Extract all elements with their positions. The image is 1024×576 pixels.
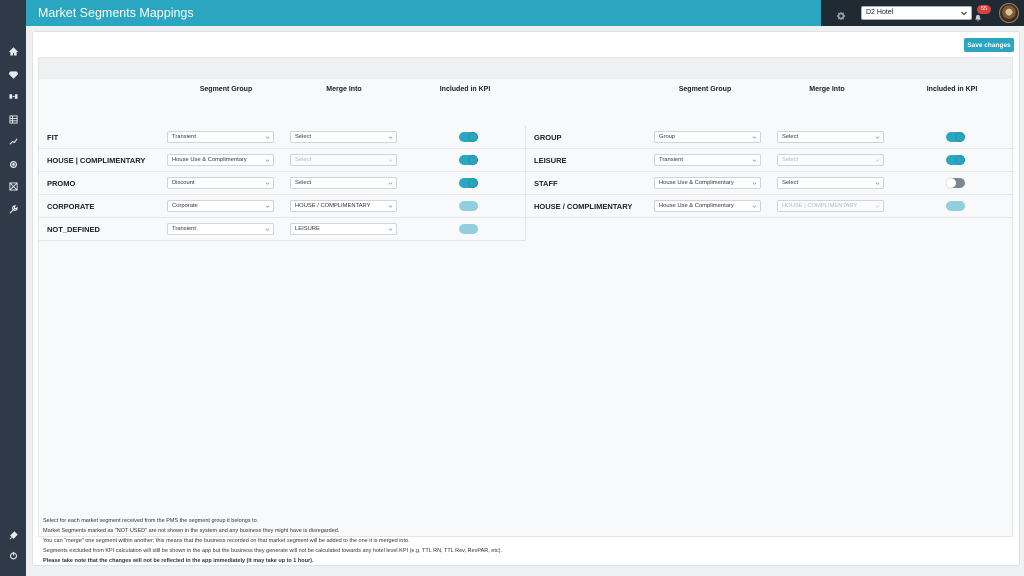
chevron-down-icon	[265, 136, 270, 139]
table-row: LEISURE Transient Select	[526, 149, 1014, 172]
chevron-down-icon	[265, 205, 270, 208]
segment-name: PROMO	[47, 179, 76, 188]
table-row: STAFF House Use & Complimentary Select	[526, 172, 1014, 195]
segment-name: HOUSE / COMPLIMENTARY	[534, 202, 633, 211]
chevron-down-icon	[875, 136, 880, 139]
segment-group-select[interactable]: Group	[654, 131, 761, 143]
help-notes: Select for each market segment received …	[43, 516, 502, 566]
chevron-down-icon	[875, 205, 880, 208]
merge-into-select[interactable]: LEISURE	[290, 223, 397, 235]
merge-into-select[interactable]: Select	[290, 131, 397, 143]
kpi-toggle[interactable]	[459, 178, 478, 188]
main-panel: Save changes Segment Group Merge Into In…	[32, 31, 1020, 566]
top-header: Market Segments Mappings	[26, 0, 821, 26]
header-utilities: D2 Hotel 55	[821, 0, 1024, 26]
note-line: Market Segments marked as "NOT USED" are…	[43, 528, 340, 534]
chevron-down-icon	[388, 136, 393, 139]
merge-into-select[interactable]: Select	[777, 177, 884, 189]
segment-name: HOUSE | COMPLIMENTARY	[47, 156, 146, 165]
chevron-down-icon	[961, 11, 967, 16]
chevron-down-icon	[752, 205, 757, 208]
table-row: GROUP Group Select	[526, 126, 1014, 149]
settings-icon[interactable]	[0, 156, 26, 172]
col-header-merge-into: Merge Into	[326, 86, 362, 93]
note-line: Segments excluded from KPI calculation w…	[43, 548, 502, 554]
tag-icon[interactable]	[0, 88, 26, 104]
table-row: FIT Transient Select	[39, 126, 526, 149]
segment-name: STAFF	[534, 179, 558, 188]
merge-into-select[interactable]: Select	[777, 131, 884, 143]
chevron-down-icon	[875, 182, 880, 185]
grid-icon[interactable]	[0, 111, 26, 127]
image-icon[interactable]	[0, 178, 26, 194]
kpi-toggle[interactable]	[459, 155, 478, 165]
col-header-segment-group: Segment Group	[678, 86, 732, 93]
segment-name: LEISURE	[534, 156, 567, 165]
power-icon[interactable]	[0, 547, 26, 563]
chevron-down-icon	[388, 159, 393, 162]
diamond-icon[interactable]	[0, 66, 26, 82]
chevron-down-icon	[388, 205, 393, 208]
table-row: NOT_DEFINED Transient LEISURE	[39, 218, 526, 241]
note-line: You can "merge" one segment within anoth…	[43, 538, 410, 544]
col-header-included-kpi: Included in KPI	[439, 86, 491, 93]
table-row: HOUSE / COMPLIMENTARY House Use & Compli…	[526, 195, 1014, 218]
segment-group-select[interactable]: Discount	[167, 177, 274, 189]
merge-into-select[interactable]: Select	[777, 154, 884, 166]
chevron-down-icon	[752, 159, 757, 162]
kpi-toggle[interactable]	[946, 201, 965, 211]
segment-name: CORPORATE	[47, 202, 95, 211]
kpi-toggle[interactable]	[459, 201, 478, 211]
chart-line-icon[interactable]	[0, 133, 26, 149]
segment-name: FIT	[47, 133, 59, 142]
kpi-toggle[interactable]	[946, 155, 965, 165]
table-row: HOUSE | COMPLIMENTARY House Use & Compli…	[39, 149, 526, 172]
kpi-toggle[interactable]	[459, 132, 478, 142]
chevron-down-icon	[388, 182, 393, 185]
wrench-icon[interactable]	[0, 201, 26, 217]
merge-into-select[interactable]: HOUSE | COMPLIMENTARY	[777, 200, 884, 212]
segment-group-select[interactable]: Corporate	[167, 200, 274, 212]
chevron-down-icon	[265, 159, 270, 162]
segment-group-select[interactable]: Transient	[654, 154, 761, 166]
segment-group-select[interactable]: House Use & Complimentary	[654, 200, 761, 212]
segment-group-select[interactable]: House Use & Complimentary	[654, 177, 761, 189]
chevron-down-icon	[875, 159, 880, 162]
merge-into-select[interactable]: Select	[290, 154, 397, 166]
col-header-segment-group: Segment Group	[199, 86, 253, 93]
segment-group-select[interactable]: Transient	[167, 223, 274, 235]
home-icon[interactable]	[0, 43, 26, 59]
segment-group-select[interactable]: Transient	[167, 131, 274, 143]
chevron-down-icon	[265, 182, 270, 185]
segment-name: GROUP	[534, 133, 562, 142]
col-header-included-kpi: Included in KPI	[926, 86, 978, 93]
mapping-table: Segment Group Merge Into Included in KPI…	[38, 57, 1014, 537]
notification-badge: 55	[977, 5, 991, 14]
note-warning: Please take note that the changes will n…	[43, 558, 314, 564]
chevron-down-icon	[752, 182, 757, 185]
page-title: Market Segments Mappings	[38, 6, 194, 20]
merge-into-select[interactable]: HOUSE / COMPLIMENTARY	[290, 200, 397, 212]
table-row: CORPORATE Corporate HOUSE / COMPLIMENTAR…	[39, 195, 526, 218]
segment-name: NOT_DEFINED	[47, 225, 100, 234]
merge-into-select[interactable]: Select	[290, 177, 397, 189]
plug-icon[interactable]	[0, 527, 26, 543]
sidebar	[0, 0, 26, 576]
save-button[interactable]: Save changes	[964, 38, 1014, 52]
table-row: PROMO Discount Select	[39, 172, 526, 195]
table-toolbar-band	[39, 58, 1012, 79]
chevron-down-icon	[265, 228, 270, 231]
hotel-select-value: D2 Hotel	[866, 9, 894, 16]
hotel-select[interactable]: D2 Hotel	[861, 6, 972, 20]
kpi-toggle[interactable]	[946, 178, 965, 188]
kpi-toggle[interactable]	[946, 132, 965, 142]
note-line: Select for each market segment received …	[43, 518, 259, 524]
avatar[interactable]	[999, 3, 1019, 23]
segment-group-select[interactable]: House Use & Complimentary	[167, 154, 274, 166]
gear-icon[interactable]	[836, 8, 846, 21]
kpi-toggle[interactable]	[459, 224, 478, 234]
chevron-down-icon	[752, 136, 757, 139]
chevron-down-icon	[388, 228, 393, 231]
col-header-merge-into: Merge Into	[809, 86, 845, 93]
